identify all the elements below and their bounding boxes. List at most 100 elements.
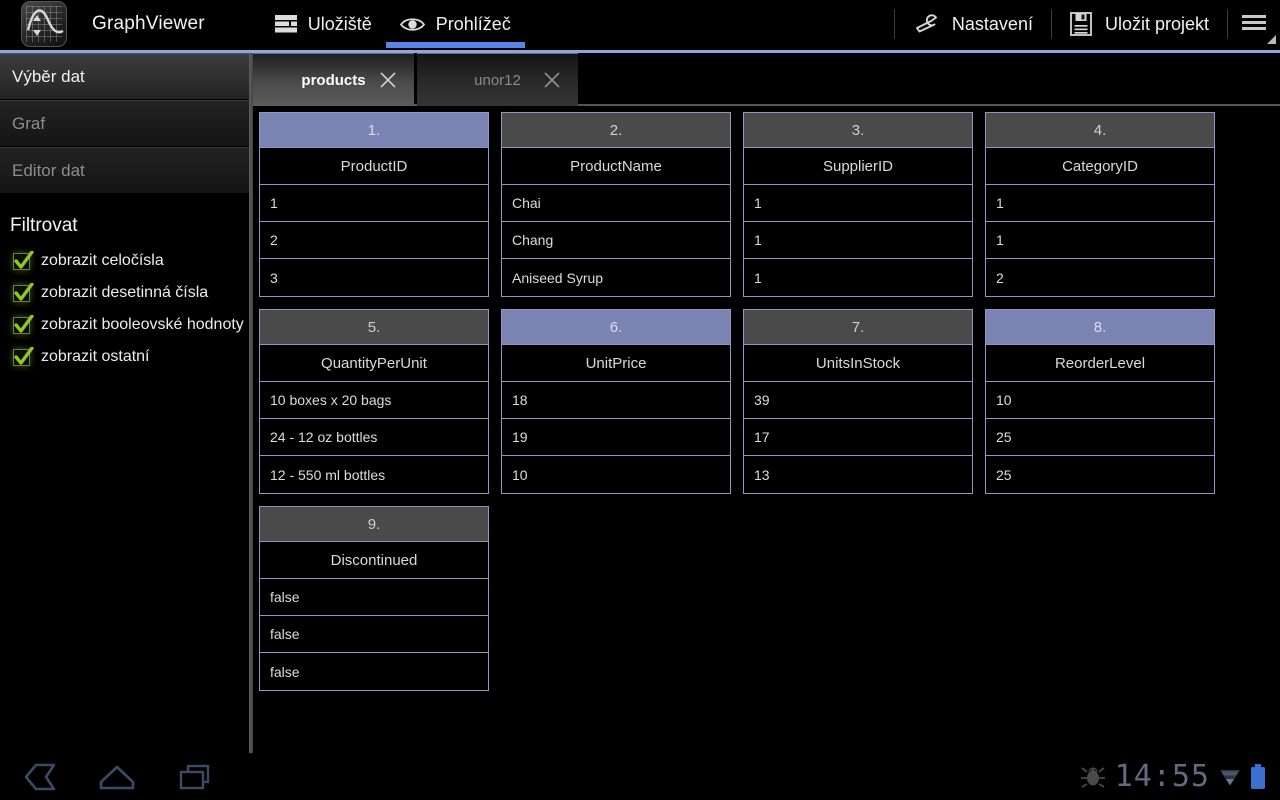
logo-wave-icon [26, 9, 64, 36]
table-cell[interactable]: 1 [986, 185, 1214, 222]
tab-ulożiste[interactable]: Uložiště [261, 0, 386, 48]
home-icon[interactable] [78, 762, 156, 792]
column-name-header[interactable]: ProductName [502, 148, 730, 185]
sidebar-item-label: Výběr dat [12, 66, 85, 86]
column-name-header[interactable]: QuantityPerUnit [260, 345, 488, 382]
filter-option-3[interactable]: zobrazit ostatní [0, 341, 249, 373]
sidebar-item-graf[interactable]: Graf [0, 100, 249, 147]
table-cell[interactable]: 18 [502, 382, 730, 419]
table-cell[interactable]: 1 [986, 222, 1214, 259]
table-cell[interactable]: 2 [986, 259, 1214, 296]
column-name-header[interactable]: ProductID [260, 148, 488, 185]
action-bar: GraphViewer Uložiště Prohlížeč Nastavení… [0, 0, 1280, 48]
column-index-header[interactable]: 2. [502, 113, 730, 148]
table-tabs: products unor12 [253, 53, 581, 106]
table-tab-label: products [301, 71, 366, 89]
sidebar-item-editor-dat[interactable]: Editor dat [0, 147, 249, 194]
main-panel: products unor12 1. ProductID 1 2 3 2. ProductNa… [253, 53, 1280, 753]
column-index-header[interactable]: 9. [260, 507, 488, 542]
column-name-header[interactable]: UnitsInStock [744, 345, 972, 382]
filter-section-title: Filtrovat [10, 215, 78, 236]
column-index-header[interactable]: 1. [260, 113, 488, 148]
table-cell[interactable]: 19 [502, 419, 730, 456]
table-cell[interactable]: false [260, 579, 488, 616]
table-cell[interactable]: false [260, 653, 488, 690]
data-grid: 1. ProductID 1 2 3 2. ProductName Chai Chang Anis… [253, 106, 1280, 703]
table-tab-unor12[interactable]: unor12 [417, 53, 578, 106]
table-cell[interactable]: 39 [744, 382, 972, 419]
system-navigation-bar: 14:55 [0, 753, 1280, 800]
save-project-button[interactable]: Uložit projekt [1052, 0, 1227, 48]
data-column-SupplierID: 3. SupplierID 1 1 1 [743, 112, 973, 297]
battery-icon [1251, 763, 1265, 789]
close-icon[interactable] [380, 72, 396, 88]
filter-option-label: zobrazit booleovské hodnoty [41, 316, 244, 333]
table-tab-products[interactable]: products [253, 53, 414, 106]
filter-option-label: zobrazit desetinná čísla [41, 284, 209, 301]
table-cell[interactable]: 1 [744, 185, 972, 222]
table-cell[interactable]: 10 [502, 456, 730, 493]
graph-app-icon [21, 1, 67, 47]
table-cell[interactable]: Chai [502, 185, 730, 222]
wrench-icon [915, 14, 937, 33]
app-logo[interactable] [18, 0, 70, 48]
table-cell[interactable]: Aniseed Syrup [502, 259, 730, 296]
filter-option-label: zobrazit ostatní [41, 348, 150, 365]
sidebar: Výběr dat Graf Editor dat Filtrovat zobr… [0, 53, 249, 753]
column-index-header[interactable]: 6. [502, 310, 730, 345]
column-name-header[interactable]: ReorderLevel [986, 345, 1214, 382]
clock: 14:55 [1114, 759, 1210, 794]
filter-option-1[interactable]: zobrazit desetinná čísla [0, 277, 249, 309]
checkbox-checked-icon[interactable] [13, 314, 34, 334]
tab-prohlizec[interactable]: Prohlížeč [385, 0, 525, 48]
wifi-icon [1220, 769, 1240, 786]
table-cell[interactable]: false [260, 616, 488, 653]
checkbox-checked-icon[interactable] [13, 250, 34, 270]
column-name-header[interactable]: SupplierID [744, 148, 972, 185]
table-cell[interactable]: 1 [744, 259, 972, 296]
tab-label: Prohlížeč [435, 13, 511, 34]
column-name-header[interactable]: Discontinued [260, 542, 488, 579]
sidebar-item-vyber-dat[interactable]: Výběr dat [0, 53, 249, 100]
system-status-area[interactable]: 14:55 [1080, 759, 1280, 794]
checkbox-checked-icon[interactable] [13, 346, 34, 366]
settings-button[interactable]: Nastavení [895, 0, 1051, 48]
table-cell[interactable]: 25 [986, 419, 1214, 456]
table-cell[interactable]: 13 [744, 456, 972, 493]
close-icon[interactable] [544, 72, 560, 88]
column-index-header[interactable]: 4. [986, 113, 1214, 148]
app-title: GraphViewer [92, 13, 205, 34]
filter-option-0[interactable]: zobrazit celočísla [0, 245, 249, 277]
back-icon[interactable] [0, 762, 78, 792]
app-root: GraphViewer Uložiště Prohlížeč Nastavení… [0, 0, 1280, 800]
column-index-header[interactable]: 7. [744, 310, 972, 345]
column-name-header[interactable]: CategoryID [986, 148, 1214, 185]
table-cell[interactable]: 3 [260, 259, 488, 296]
table-cell[interactable]: 1 [260, 185, 488, 222]
data-column-QuantityPerUnit: 5. QuantityPerUnit 10 boxes x 20 bags 24 - … [259, 309, 489, 494]
checkbox-checked-icon[interactable] [13, 282, 34, 302]
column-index-header[interactable]: 5. [260, 310, 488, 345]
column-name-header[interactable]: UnitPrice [502, 345, 730, 382]
table-cell[interactable]: 24 - 12 oz bottles [260, 419, 488, 456]
action-bar-tabs: Uložiště Prohlížeč [261, 0, 525, 48]
save-project-label: Uložit projekt [1104, 13, 1209, 34]
table-cell[interactable]: Chang [502, 222, 730, 259]
table-cell[interactable]: 1 [744, 222, 972, 259]
data-column-ReorderLevel: 8. ReorderLevel 10 25 25 [985, 309, 1215, 494]
recent-apps-icon[interactable] [156, 762, 234, 792]
overflow-menu-button[interactable] [1228, 0, 1280, 48]
filter-option-2[interactable]: zobrazit booleovské hodnoty [0, 309, 249, 341]
table-cell[interactable]: 12 - 550 ml bottles [260, 456, 488, 493]
filter-options-list: zobrazit celočísla zobrazit desetinná čís… [0, 245, 249, 373]
data-column-UnitsInStock: 7. UnitsInStock 39 17 13 [743, 309, 973, 494]
overflow-corner-indicator [1267, 35, 1276, 44]
column-index-header[interactable]: 3. [744, 113, 972, 148]
table-cell[interactable]: 17 [744, 419, 972, 456]
table-cell[interactable]: 10 [986, 382, 1214, 419]
table-cell[interactable]: 10 boxes x 20 bags [260, 382, 488, 419]
column-index-header[interactable]: 8. [986, 310, 1214, 345]
table-cell[interactable]: 2 [260, 222, 488, 259]
table-cell[interactable]: 25 [986, 456, 1214, 493]
sidebar-item-label: Graf [12, 113, 46, 133]
